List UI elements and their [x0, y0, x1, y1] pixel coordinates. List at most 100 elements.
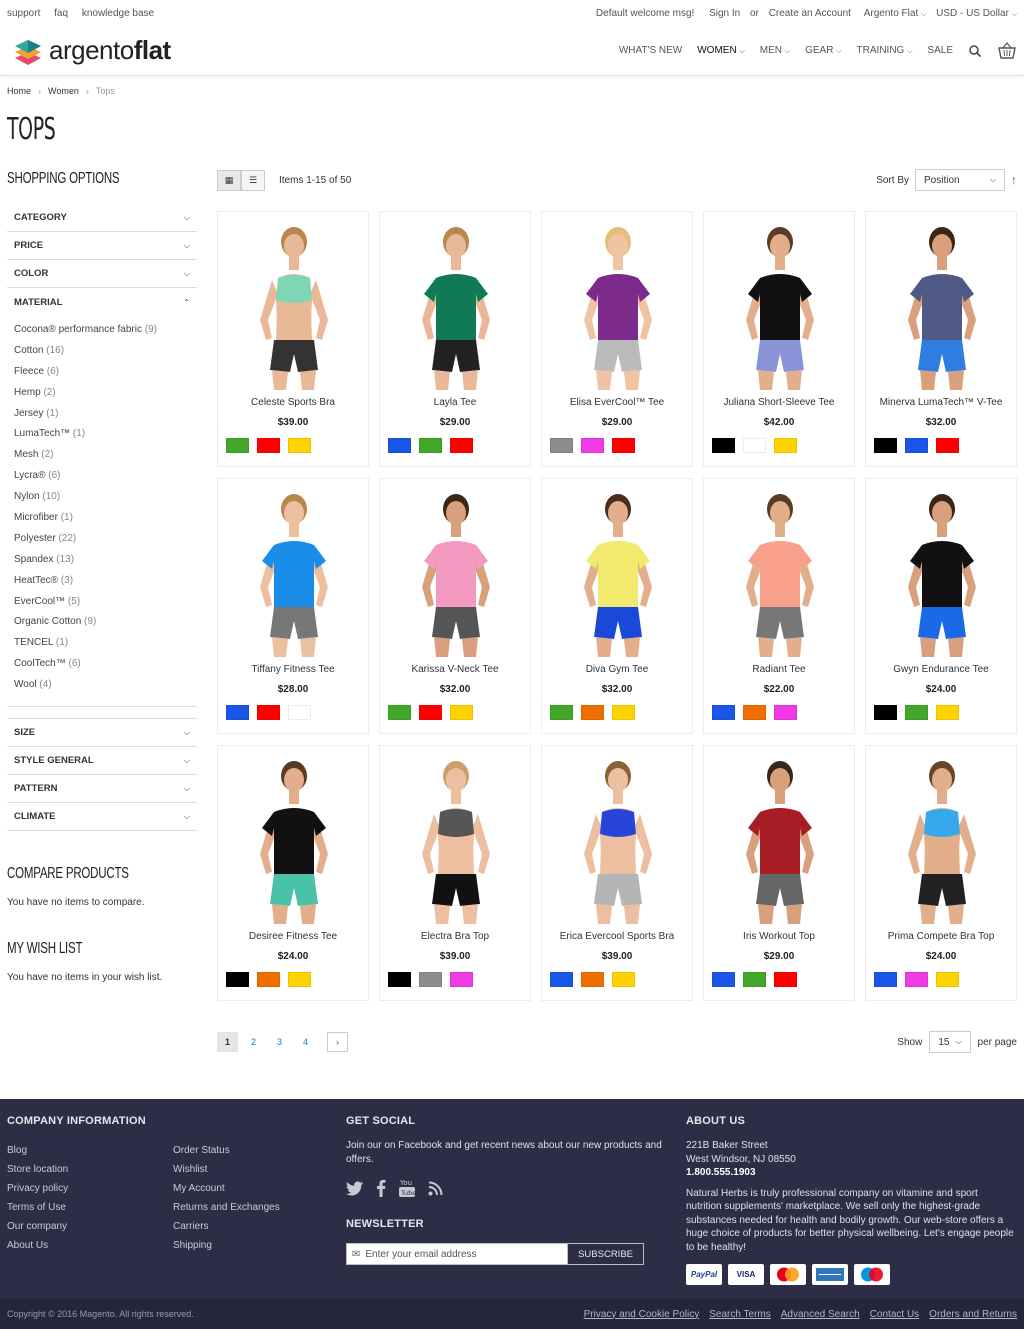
product-image[interactable] — [238, 220, 350, 390]
filter-style-general[interactable]: STYLE GENERAL ⌵ — [7, 747, 197, 776]
material-option[interactable]: Wool (4) — [14, 679, 190, 700]
product-name[interactable]: Gwyn Endurance Tee — [866, 664, 1016, 675]
store-switcher[interactable]: Argento Flat ⌵ — [864, 8, 927, 19]
product-image[interactable] — [238, 487, 350, 657]
bottom-link[interactable]: Privacy and Cookie Policy — [584, 1309, 700, 1320]
material-option[interactable]: Microfiber (1) — [14, 512, 190, 533]
product-image[interactable] — [562, 487, 674, 657]
product-name[interactable]: Desiree Fitness Tee — [218, 931, 368, 942]
color-swatch[interactable] — [550, 705, 573, 720]
color-swatch[interactable] — [450, 705, 473, 720]
color-swatch[interactable] — [743, 438, 766, 453]
color-swatch[interactable] — [226, 438, 249, 453]
product-name[interactable]: Layla Tee — [380, 397, 530, 408]
color-swatch[interactable] — [612, 972, 635, 987]
footer-link[interactable]: Shipping — [173, 1236, 280, 1255]
rss-icon[interactable] — [428, 1181, 443, 1196]
nav-gear[interactable]: GEAR ⌵ — [805, 45, 841, 56]
material-option[interactable]: CoolTech™ (6) — [14, 658, 190, 679]
product-card[interactable]: Karissa V-Neck Tee $32.00 — [379, 478, 531, 734]
color-swatch[interactable] — [226, 705, 249, 720]
product-card[interactable]: Electra Bra Top $39.00 — [379, 745, 531, 1001]
color-swatch[interactable] — [388, 972, 411, 987]
color-swatch[interactable] — [388, 705, 411, 720]
product-image[interactable] — [886, 754, 998, 924]
sign-in-link[interactable]: Sign In — [709, 8, 740, 19]
footer-link[interactable]: My Account — [173, 1179, 280, 1198]
material-option[interactable]: Organic Cotton (9) — [14, 616, 190, 637]
footer-link[interactable]: Blog — [7, 1141, 68, 1160]
footer-link[interactable]: Returns and Exchanges — [173, 1198, 280, 1217]
footer-link[interactable]: Order Status — [173, 1141, 280, 1160]
product-name[interactable]: Erica Evercool Sports Bra — [542, 931, 692, 942]
color-swatch[interactable] — [612, 705, 635, 720]
color-swatch[interactable] — [419, 705, 442, 720]
product-card[interactable]: Layla Tee $29.00 — [379, 211, 531, 467]
breadcrumb-women[interactable]: Women — [48, 86, 79, 96]
product-card[interactable]: Desiree Fitness Tee $24.00 — [217, 745, 369, 1001]
color-swatch[interactable] — [874, 438, 897, 453]
product-name[interactable]: Tiffany Fitness Tee — [218, 664, 368, 675]
color-swatch[interactable] — [612, 438, 635, 453]
product-image[interactable] — [400, 487, 512, 657]
footer-link[interactable]: Privacy policy — [7, 1179, 68, 1198]
nav-whats-new[interactable]: WHAT'S NEW — [619, 45, 682, 56]
color-swatch[interactable] — [257, 705, 280, 720]
material-option[interactable]: HeatTec® (3) — [14, 575, 190, 596]
material-option[interactable]: Fleece (6) — [14, 366, 190, 387]
color-swatch[interactable] — [550, 972, 573, 987]
footer-link[interactable]: About Us — [7, 1236, 68, 1255]
filter-category[interactable]: CATEGORY ⌵ — [7, 204, 197, 232]
color-swatch[interactable] — [874, 705, 897, 720]
color-swatch[interactable] — [419, 438, 442, 453]
color-swatch[interactable] — [936, 705, 959, 720]
newsletter-email-input[interactable]: ✉ Enter your email address — [346, 1243, 569, 1265]
product-name[interactable]: Juliana Short-Sleeve Tee — [704, 397, 854, 408]
color-swatch[interactable] — [712, 972, 735, 987]
product-name[interactable]: Radiant Tee — [704, 664, 854, 675]
color-swatch[interactable] — [936, 438, 959, 453]
list-view-icon[interactable]: ☰ — [241, 169, 265, 191]
product-name[interactable]: Electra Bra Top — [380, 931, 530, 942]
product-image[interactable] — [886, 220, 998, 390]
color-swatch[interactable] — [905, 705, 928, 720]
product-card[interactable]: Gwyn Endurance Tee $24.00 — [865, 478, 1017, 734]
color-swatch[interactable] — [874, 972, 897, 987]
color-swatch[interactable] — [550, 438, 573, 453]
material-option[interactable]: Cotton (16) — [14, 345, 190, 366]
product-image[interactable] — [400, 754, 512, 924]
color-swatch[interactable] — [936, 972, 959, 987]
material-option[interactable]: Lycra® (6) — [14, 470, 190, 491]
product-card[interactable]: Tiffany Fitness Tee $28.00 — [217, 478, 369, 734]
material-option[interactable]: TENCEL (1) — [14, 637, 190, 658]
filter-color[interactable]: COLOR ⌵ — [7, 260, 197, 288]
product-name[interactable]: Iris Workout Top — [704, 931, 854, 942]
product-name[interactable]: Minerva LumaTech™ V-Tee — [866, 397, 1016, 408]
sort-select[interactable]: Position ⌵ — [915, 169, 1005, 191]
footer-link[interactable]: Terms of Use — [7, 1198, 68, 1217]
color-swatch[interactable] — [288, 438, 311, 453]
search-icon[interactable] — [968, 44, 982, 58]
material-option[interactable]: Spandex (13) — [14, 554, 190, 575]
color-swatch[interactable] — [774, 705, 797, 720]
twitter-icon[interactable] — [346, 1180, 364, 1196]
product-card[interactable]: Celeste Sports Bra $39.00 — [217, 211, 369, 467]
product-image[interactable] — [724, 487, 836, 657]
color-swatch[interactable] — [712, 705, 735, 720]
color-swatch[interactable] — [581, 705, 604, 720]
breadcrumb-home[interactable]: Home — [7, 86, 31, 96]
color-swatch[interactable] — [288, 972, 311, 987]
color-swatch[interactable] — [743, 972, 766, 987]
footer-link[interactable]: Carriers — [173, 1217, 280, 1236]
product-name[interactable]: Karissa V-Neck Tee — [380, 664, 530, 675]
color-swatch[interactable] — [450, 438, 473, 453]
next-page-icon[interactable]: › — [327, 1032, 348, 1052]
material-option[interactable]: Hemp (2) — [14, 387, 190, 408]
sort-direction-icon[interactable]: ↑ — [1011, 173, 1017, 187]
bottom-link[interactable]: Orders and Returns — [929, 1309, 1017, 1320]
bottom-link[interactable]: Advanced Search — [781, 1309, 860, 1320]
support-link[interactable]: support — [7, 8, 40, 19]
product-image[interactable] — [238, 754, 350, 924]
product-image[interactable] — [562, 220, 674, 390]
nav-men[interactable]: MEN ⌵ — [760, 45, 790, 56]
